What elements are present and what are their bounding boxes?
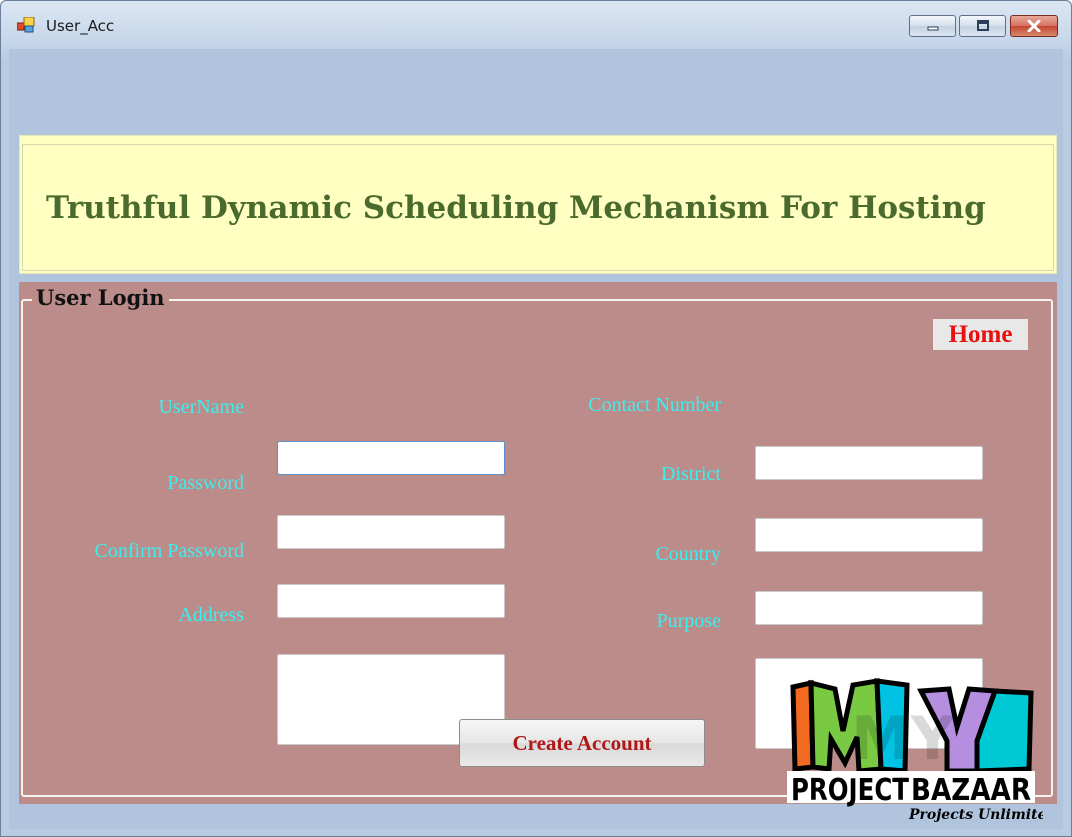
- minimize-button[interactable]: [909, 15, 956, 37]
- password-label: Password: [167, 472, 244, 494]
- app-window: User_Acc Truthful Dynamic Scheduling Mec…: [0, 0, 1072, 837]
- header-banner: Truthful Dynamic Scheduling Mechanism Fo…: [19, 135, 1057, 274]
- username-label: UserName: [158, 396, 244, 418]
- groupbox-title: User Login: [32, 285, 169, 310]
- title-bar[interactable]: User_Acc: [1, 1, 1071, 49]
- maximize-button[interactable]: [959, 15, 1006, 37]
- contact-number-label: Contact Number: [588, 394, 721, 416]
- district-label: District: [661, 463, 721, 485]
- window-title: User_Acc: [46, 17, 115, 35]
- close-button[interactable]: [1010, 15, 1058, 37]
- confirm-password-input[interactable]: [277, 584, 505, 618]
- create-account-button[interactable]: Create Account: [459, 719, 705, 767]
- district-input[interactable]: [755, 518, 983, 552]
- logo-tagline: Projects Unlimited: [908, 807, 1043, 823]
- country-label: Country: [655, 543, 721, 565]
- contact-number-input[interactable]: [755, 446, 983, 480]
- confirm-password-label: Confirm Password: [94, 540, 244, 562]
- address-label: Address: [178, 604, 244, 626]
- country-input[interactable]: [755, 591, 983, 625]
- app-icon: [17, 17, 35, 33]
- maximize-icon: [976, 20, 989, 31]
- password-input[interactable]: [277, 515, 505, 549]
- minimize-icon: [927, 26, 938, 31]
- home-link[interactable]: Home: [933, 319, 1028, 350]
- logo-bazaar-text: BAZAAR: [911, 773, 1031, 808]
- page-title: Truthful Dynamic Scheduling Mechanism Fo…: [46, 190, 986, 226]
- logo-project-text: PROJECT: [791, 773, 909, 808]
- logo-letters: MY: [851, 704, 956, 774]
- project-bazaar-logo: MY PROJECT BAZAAR Projects Unlimited: [787, 678, 1043, 823]
- close-icon: [1027, 20, 1041, 32]
- purpose-label: Purpose: [656, 610, 721, 632]
- username-input[interactable]: [277, 441, 505, 475]
